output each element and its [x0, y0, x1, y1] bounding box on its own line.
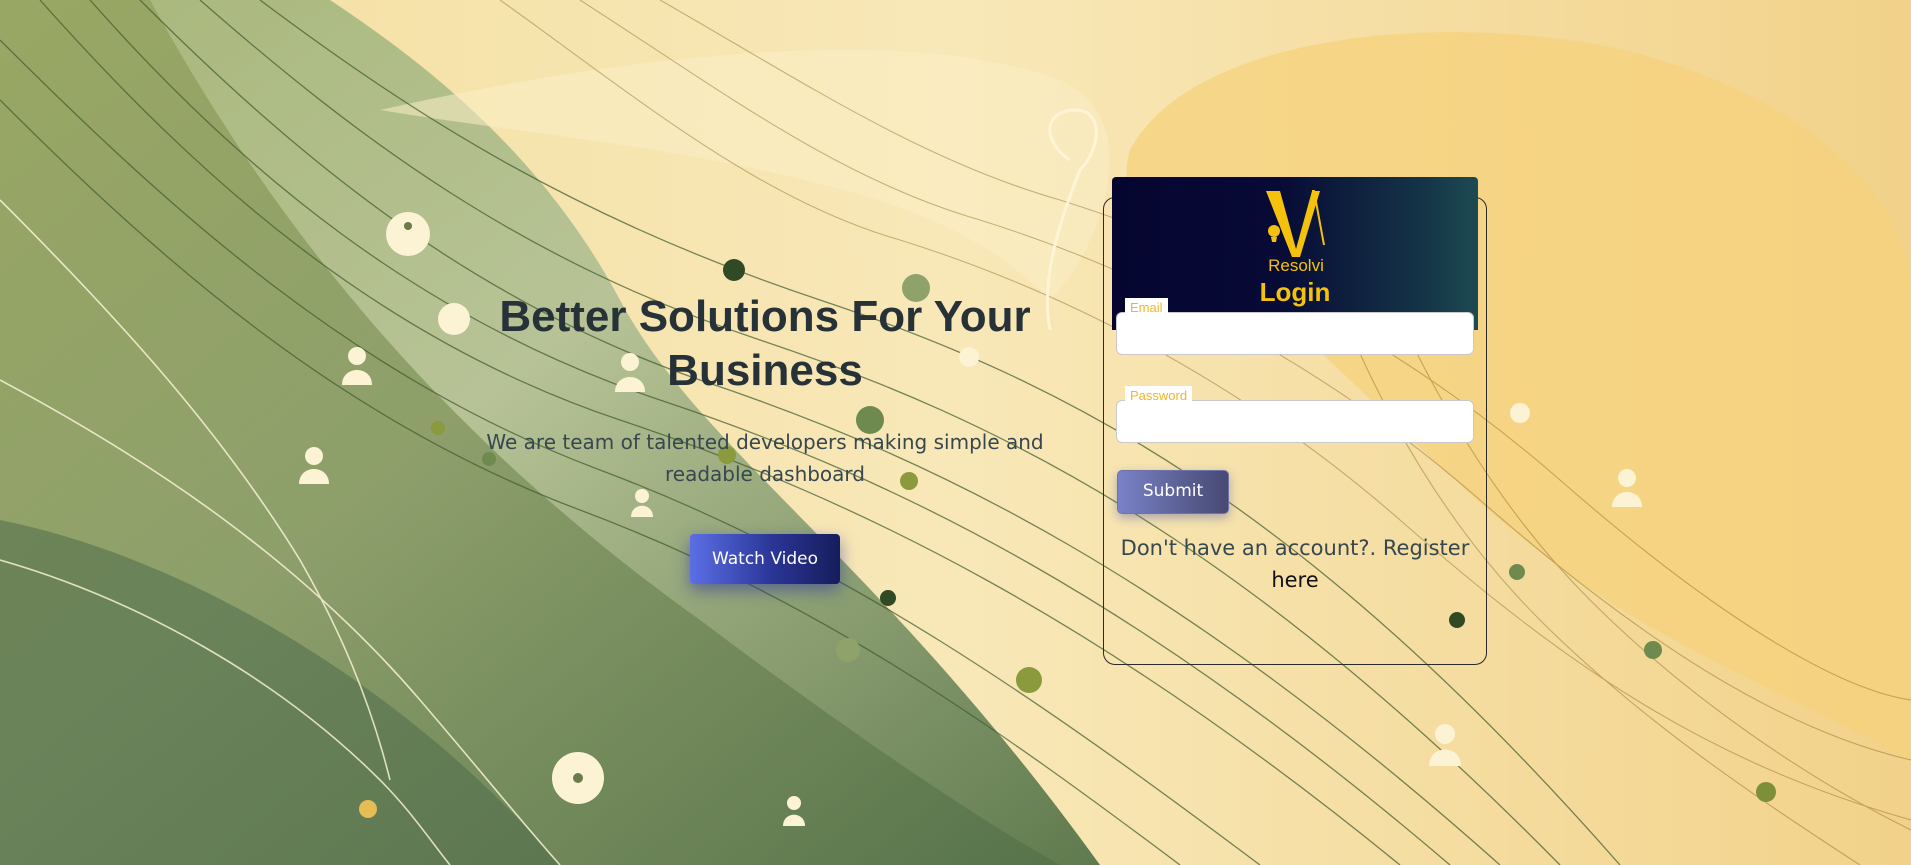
email-label: Email [1125, 298, 1168, 318]
email-field[interactable] [1116, 312, 1474, 355]
password-field[interactable] [1116, 400, 1474, 443]
hero-title: Better Solutions For Your Business [499, 292, 1031, 395]
register-text: Don't have an account?. Register [1120, 536, 1470, 560]
register-link[interactable]: here [1271, 568, 1318, 592]
resolvi-logo: Resolvi [1266, 190, 1325, 275]
submit-button[interactable]: Submit [1117, 470, 1229, 514]
watch-video-button[interactable]: Watch Video [690, 534, 840, 584]
logo-text: Resolvi [1268, 256, 1324, 275]
password-label: Password [1125, 386, 1193, 406]
hero-subtitle: We are team of talented developers makin… [486, 430, 1044, 486]
register-prompt: Don't have an account?. Register here [1112, 532, 1478, 596]
hero-section: Better Solutions For Your Business We ar… [440, 290, 1090, 584]
